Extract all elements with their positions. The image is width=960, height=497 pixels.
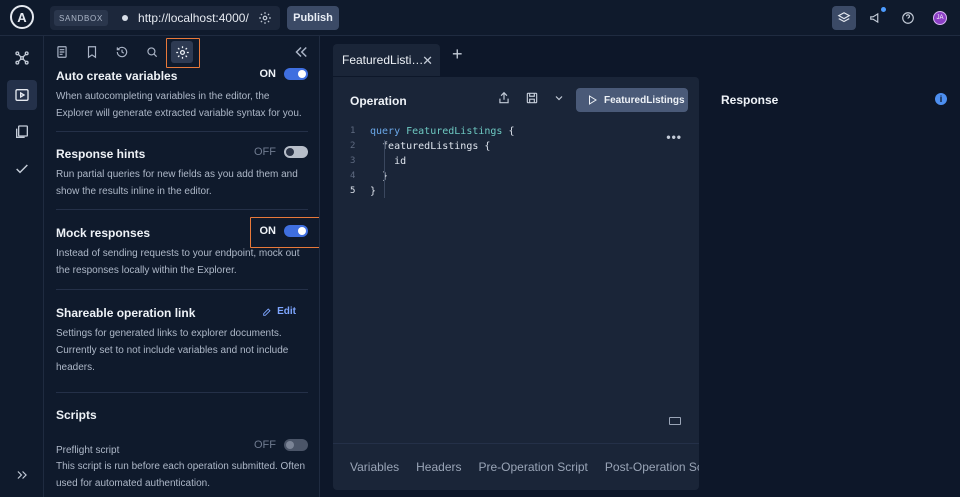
apollo-logo-icon[interactable]: A xyxy=(10,5,34,29)
notification-dot xyxy=(881,7,886,12)
auto-create-variables-toggle[interactable] xyxy=(284,68,308,80)
mock-toggle-highlight xyxy=(250,217,319,248)
tab-search[interactable] xyxy=(141,41,163,63)
response-hints-toggle[interactable] xyxy=(284,146,308,158)
toggle-state-label: OFF xyxy=(254,439,276,451)
rail-expand-button[interactable] xyxy=(7,460,37,490)
operation-tabs: FeaturedListi… ✕ + xyxy=(321,36,960,76)
announcements-button[interactable] xyxy=(864,6,888,30)
megaphone-icon xyxy=(870,12,879,24)
tab-post-operation-script[interactable]: Post-Operation Script xyxy=(605,460,699,474)
tab-variables[interactable]: Variables xyxy=(350,460,399,474)
tab-headers[interactable]: Headers xyxy=(416,460,461,474)
collapse-panel-icon[interactable] xyxy=(292,43,310,61)
divider xyxy=(56,209,308,210)
edit-link-button[interactable]: Edit xyxy=(262,306,296,317)
tab-pre-operation-script[interactable]: Pre-Operation Script xyxy=(479,460,588,474)
code-editor[interactable]: 1 query FeaturedListings { 2 featuredList… xyxy=(350,124,515,199)
toggle-state-label: OFF xyxy=(254,146,276,158)
play-icon xyxy=(589,95,597,105)
endpoint-url[interactable]: http://localhost:4000/ xyxy=(138,11,249,25)
run-operation-button[interactable]: FeaturedListings xyxy=(576,88,688,112)
chevron-down-icon[interactable] xyxy=(553,92,565,104)
play-window-icon xyxy=(15,89,29,101)
add-tab-button[interactable]: + xyxy=(452,44,463,65)
operation-tab-featured-listings[interactable]: FeaturedListi… ✕ xyxy=(333,44,440,76)
response-title: Response xyxy=(721,93,779,107)
info-icon[interactable]: i xyxy=(935,93,947,105)
indent-guide xyxy=(384,140,385,198)
code-line: 2 featuredListings { xyxy=(350,141,491,152)
setting-response-hints: Response hints OFF Run partial queries f… xyxy=(56,146,308,200)
tab-bookmarks[interactable] xyxy=(81,41,103,63)
settings-panel: Auto create variables ON When autocomple… xyxy=(44,36,320,497)
code-line: 1 query FeaturedListings { xyxy=(350,126,515,137)
user-menu-button[interactable]: JA xyxy=(928,6,952,30)
divider xyxy=(56,289,308,290)
setting-description: Run partial queries for new fields as yo… xyxy=(56,169,298,197)
layers-toggle-button[interactable] xyxy=(832,6,856,30)
bookmark-icon xyxy=(87,46,97,59)
code-line: 3 id xyxy=(350,156,407,167)
publish-button[interactable]: Publish xyxy=(287,6,339,30)
layers-icon xyxy=(837,12,851,23)
graph-nodes-icon xyxy=(15,51,29,65)
rail-schema-button[interactable] xyxy=(7,43,37,73)
operation-title: Operation xyxy=(350,94,407,108)
rail-explorer-button[interactable] xyxy=(7,80,37,110)
document-list-icon xyxy=(57,46,67,58)
checkmark-icon xyxy=(16,164,28,174)
setting-description: When autocompleting variables in the edi… xyxy=(56,91,302,119)
endpoint-settings-gear-icon[interactable] xyxy=(258,11,272,25)
pencil-icon xyxy=(263,307,271,316)
operation-pane: Operation FeaturedListings ••• 1 query Fe… xyxy=(333,77,699,490)
tab-history[interactable] xyxy=(111,41,133,63)
avatar: JA xyxy=(933,11,947,25)
operation-bottom-tabs: Variables Headers Pre-Operation Script P… xyxy=(333,443,699,490)
endpoint-url-box[interactable]: SANDBOX http://localhost:4000/ xyxy=(50,6,280,30)
code-line: 5} xyxy=(350,186,377,197)
share-icon[interactable] xyxy=(497,91,511,105)
code-line: 4 } xyxy=(350,171,389,182)
settings-tab-highlight xyxy=(166,38,200,68)
help-button[interactable] xyxy=(896,6,920,30)
double-chevron-right-icon xyxy=(17,471,27,479)
documents-icon xyxy=(16,125,28,138)
preflight-script-toggle[interactable] xyxy=(284,439,308,451)
sandbox-badge: SANDBOX xyxy=(54,10,109,26)
divider xyxy=(56,392,308,393)
panel-tabs xyxy=(44,36,319,68)
preflight-script-label: Preflight script xyxy=(56,445,120,456)
divider xyxy=(56,131,308,132)
toggle-state-label: ON xyxy=(259,68,277,80)
connection-status-dot xyxy=(122,15,129,21)
help-icon xyxy=(902,12,914,24)
tab-documentation[interactable] xyxy=(51,41,73,63)
setting-description: Instead of sending requests to your endp… xyxy=(56,248,300,276)
setting-scripts: Scripts Preflight script OFF This script… xyxy=(56,408,308,492)
top-bar: A SANDBOX http://localhost:4000/ Publish… xyxy=(0,0,960,36)
left-rail xyxy=(0,36,44,497)
close-tab-icon[interactable]: ✕ xyxy=(422,53,433,69)
keyboard-shortcuts-icon[interactable] xyxy=(669,417,681,425)
search-icon xyxy=(147,47,158,58)
setting-shareable-link: Shareable operation link Edit Settings f… xyxy=(56,306,308,376)
rail-documents-button[interactable] xyxy=(7,117,37,147)
setting-description: This script is run before each operation… xyxy=(56,461,306,489)
save-icon[interactable] xyxy=(525,91,539,105)
setting-title: Scripts xyxy=(56,408,97,422)
more-options-icon[interactable]: ••• xyxy=(666,130,682,144)
history-icon xyxy=(116,46,128,58)
rail-checks-button[interactable] xyxy=(7,154,37,184)
setting-auto-create-variables: Auto create variables ON When autocomple… xyxy=(56,68,308,122)
setting-description: Settings for generated links to explorer… xyxy=(56,328,289,373)
